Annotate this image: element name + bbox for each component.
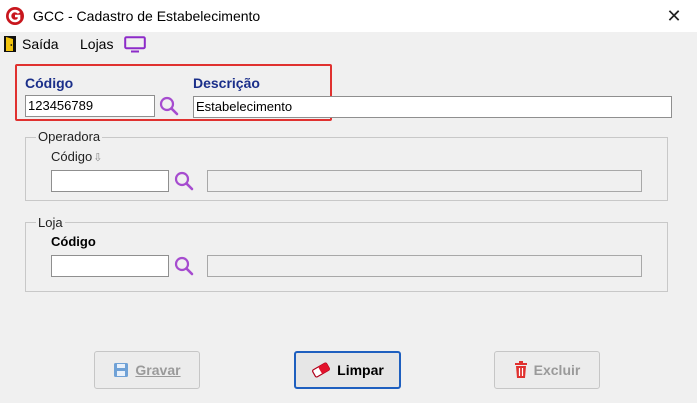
- menu-saida-label: Saída: [22, 36, 59, 52]
- exit-door-icon: [4, 36, 16, 52]
- operadora-codigo-field[interactable]: [51, 170, 169, 192]
- eraser-icon: [312, 362, 331, 378]
- window-title: GCC - Cadastro de Estabelecimento: [33, 8, 261, 24]
- menu-bar: Saída Lojas: [0, 32, 697, 56]
- monitor-icon: [124, 36, 146, 53]
- loja-search-icon[interactable]: [173, 255, 195, 277]
- loja-codigo-field[interactable]: [51, 255, 169, 277]
- loja-group-label: Loja: [36, 215, 65, 230]
- trash-icon: [514, 361, 527, 378]
- title-bar: GCC - Cadastro de Estabelecimento ✕: [0, 0, 697, 32]
- operadora-search-icon[interactable]: [173, 170, 195, 192]
- descricao-field[interactable]: Estabelecimento: [193, 96, 672, 118]
- descricao-label: Descrição: [193, 75, 260, 91]
- excluir-button[interactable]: Excluir: [494, 351, 600, 389]
- loja-descricao-field: [207, 255, 642, 277]
- operadora-group-label: Operadora: [36, 129, 103, 144]
- limpar-button[interactable]: Limpar: [294, 351, 401, 389]
- close-button[interactable]: ✕: [651, 0, 697, 32]
- codigo-label: Código: [25, 75, 74, 91]
- limpar-button-label: Limpar: [337, 362, 384, 378]
- operadora-codigo-label: Código⇩: [51, 149, 102, 164]
- save-disk-icon: [114, 363, 129, 377]
- loja-codigo-label: Código: [51, 234, 96, 249]
- sort-down-icon: ⇩: [93, 152, 103, 164]
- codigo-search-icon[interactable]: [158, 95, 180, 117]
- excluir-button-label: Excluir: [533, 362, 581, 378]
- gravar-button-label: Gravar: [135, 362, 181, 378]
- app-logo-icon: [6, 7, 24, 25]
- operadora-descricao-field: [207, 170, 642, 192]
- gravar-button[interactable]: Gravar: [94, 351, 200, 389]
- codigo-field[interactable]: 123456789: [25, 95, 155, 117]
- operadora-codigo-text: Código: [51, 149, 93, 164]
- menu-lojas-label: Lojas: [80, 36, 114, 52]
